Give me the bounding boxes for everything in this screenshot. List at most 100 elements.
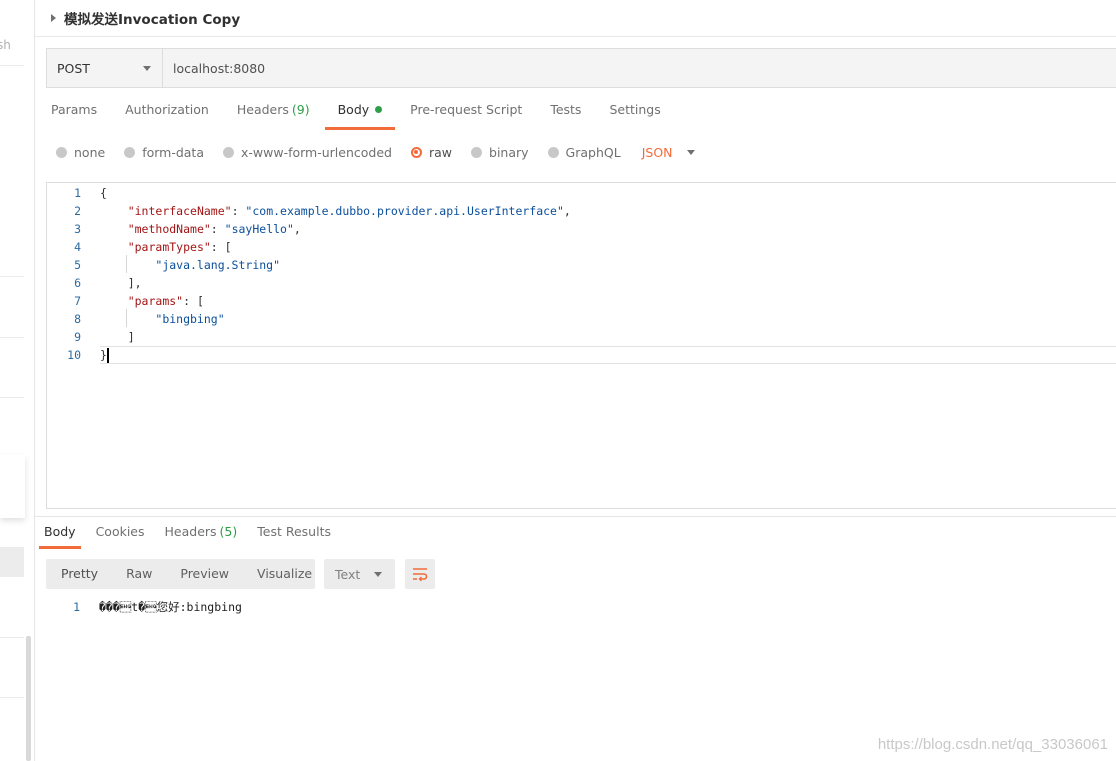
- tab-params-label: Params: [51, 102, 98, 117]
- response-text: ���t�您好:bingbing: [99, 600, 242, 614]
- code-punctuation: : [: [183, 294, 204, 308]
- tab-prerequest-script[interactable]: Pre-request Script: [410, 102, 522, 130]
- body-type-form-data[interactable]: form-data: [124, 145, 204, 160]
- body-type-raw[interactable]: raw: [410, 145, 452, 160]
- tab-headers[interactable]: Headers (9): [237, 102, 310, 130]
- body-indicator-dot-icon: [375, 106, 383, 113]
- json-key: "params": [127, 294, 184, 308]
- chevron-down-icon: [374, 571, 382, 577]
- code-text: "bingbing": [100, 310, 224, 328]
- body-type-form-data-label: form-data: [142, 144, 204, 160]
- code-line[interactable]: 4 "paramTypes": [: [47, 238, 1116, 256]
- view-preview-button[interactable]: Preview: [165, 559, 242, 589]
- method-select[interactable]: POST: [47, 49, 163, 87]
- view-visualize-button[interactable]: Visualize: [242, 559, 325, 589]
- json-string: "java.lang.String": [155, 258, 281, 272]
- sidebar-scrollbar[interactable]: [26, 636, 31, 761]
- code-punctuation: ],: [100, 276, 142, 290]
- sidebar-divider: [0, 397, 24, 398]
- body-type-graphql[interactable]: GraphQL: [547, 144, 621, 160]
- line-number: 2: [74, 204, 81, 218]
- request-title[interactable]: 模拟发送Invocation Copy: [64, 8, 240, 28]
- code-text: "params": [: [100, 292, 204, 310]
- body-type-urlencoded-label: x-www-form-urlencoded: [241, 144, 392, 160]
- code-punctuation: ,: [293, 222, 301, 236]
- line-number: 8: [74, 312, 81, 326]
- view-raw-button[interactable]: Raw: [111, 559, 165, 589]
- collections-sidebar: sh: [0, 0, 35, 761]
- chevron-down-icon: [686, 149, 695, 155]
- code-punctuation: [100, 258, 155, 272]
- response-tab-body[interactable]: Body: [39, 524, 81, 549]
- view-pretty-button[interactable]: Pretty: [46, 559, 111, 589]
- code-text: ],: [100, 274, 142, 292]
- line-number: 4: [74, 240, 81, 254]
- code-text: "interfaceName": "com.example.dubbo.prov…: [100, 202, 571, 220]
- sidebar-divider: [0, 65, 24, 66]
- code-text: "paramTypes": [: [100, 238, 232, 256]
- body-type-binary[interactable]: binary: [471, 145, 529, 160]
- tab-settings[interactable]: Settings: [609, 102, 660, 130]
- response-tab-body-label: Body: [44, 524, 76, 539]
- body-type-none[interactable]: none: [56, 145, 105, 160]
- request-title-row[interactable]: 模拟发送Invocation Copy: [35, 0, 1116, 37]
- request-body-editor[interactable]: 1{2 "interfaceName": "com.example.dubbo.…: [46, 182, 1116, 509]
- tab-authorization[interactable]: Authorization: [125, 102, 209, 130]
- line-number: 10: [67, 348, 81, 362]
- body-type-binary-label: binary: [489, 144, 529, 160]
- sidebar-divider: [0, 637, 24, 638]
- code-punctuation: [100, 240, 128, 254]
- tab-tests[interactable]: Tests: [550, 102, 581, 130]
- sidebar-divider: [0, 276, 24, 277]
- code-line[interactable]: 5 "java.lang.String": [47, 256, 1116, 274]
- method-label: POST: [57, 60, 90, 76]
- code-line[interactable]: 2 "interfaceName": "com.example.dubbo.pr…: [47, 202, 1116, 220]
- tab-settings-label: Settings: [609, 102, 661, 117]
- body-type-graphql-label: GraphQL: [565, 144, 621, 160]
- tab-body[interactable]: Body: [324, 102, 395, 130]
- request-panel: 模拟发送Invocation Copy POST Params Authoriz…: [35, 0, 1116, 761]
- body-type-urlencoded[interactable]: x-www-form-urlencoded: [223, 145, 392, 160]
- response-tab-test-results[interactable]: Test Results: [257, 524, 331, 549]
- code-punctuation: :: [210, 222, 225, 236]
- code-punctuation: ]: [100, 330, 135, 344]
- code-punctuation: : [: [210, 240, 232, 254]
- code-line[interactable]: 3 "methodName": "sayHello",: [47, 220, 1116, 238]
- code-punctuation: }: [100, 348, 107, 362]
- response-tab-cookies[interactable]: Cookies: [96, 524, 145, 549]
- code-punctuation: :: [231, 204, 246, 218]
- code-line[interactable]: 1{: [47, 184, 1116, 202]
- sidebar-divider: [0, 697, 24, 698]
- tab-headers-label: Headers: [236, 102, 289, 117]
- response-tab-cookies-label: Cookies: [95, 524, 145, 539]
- line-number: 7: [74, 294, 81, 308]
- response-format-select[interactable]: Text: [324, 559, 395, 589]
- code-line[interactable]: 9 ]: [47, 328, 1116, 346]
- line-number: 6: [74, 276, 81, 290]
- sidebar-selected-item[interactable]: [0, 547, 24, 577]
- expand-caret-icon[interactable]: [51, 14, 56, 22]
- code-text: }: [100, 346, 107, 364]
- response-tab-headers[interactable]: Headers (5): [165, 524, 238, 549]
- response-format-label: Text: [335, 566, 361, 582]
- language-select[interactable]: JSON: [642, 145, 695, 160]
- line-number: 1: [73, 600, 80, 614]
- response-divider[interactable]: [35, 516, 1116, 517]
- radio-icon: [124, 146, 136, 158]
- code-punctuation: [100, 294, 128, 308]
- code-line[interactable]: 10}: [47, 346, 1116, 364]
- radio-icon: [56, 146, 67, 158]
- headers-count: (9): [291, 102, 310, 117]
- code-line[interactable]: 7 "params": [: [47, 292, 1116, 310]
- code-line[interactable]: 8 "bingbing": [47, 310, 1116, 328]
- code-line[interactable]: 6 ],: [47, 274, 1116, 292]
- sidebar-item[interactable]: [0, 455, 25, 518]
- code-text: "methodName": "sayHello",: [100, 220, 301, 238]
- code-punctuation: [100, 312, 155, 326]
- response-body[interactable]: 1 ���t�您好:bingbing: [46, 598, 646, 616]
- wrap-lines-button[interactable]: [405, 559, 435, 589]
- radio-icon: [547, 146, 559, 158]
- watermark-text: https://blog.csdn.net/qq_33036061: [877, 736, 1108, 753]
- tab-params[interactable]: Params: [51, 102, 97, 130]
- url-input[interactable]: [163, 49, 1116, 87]
